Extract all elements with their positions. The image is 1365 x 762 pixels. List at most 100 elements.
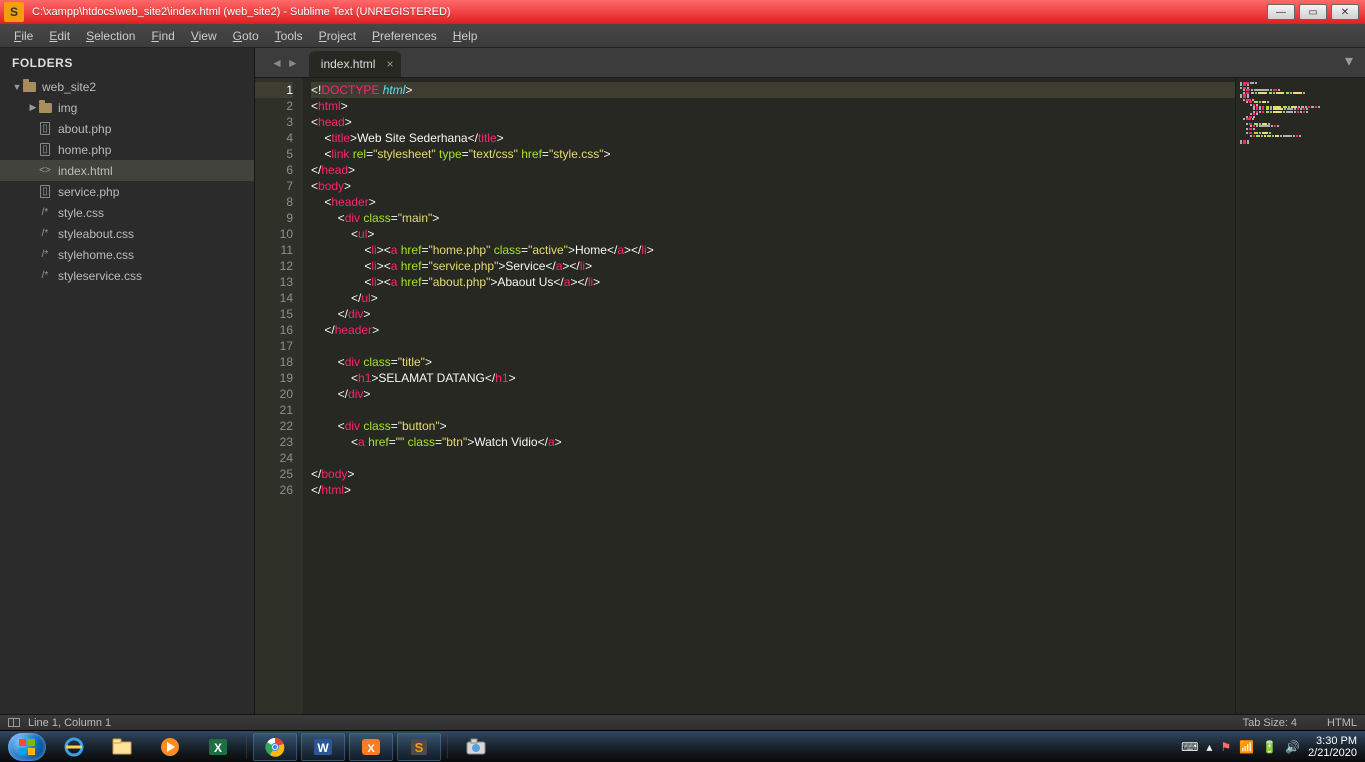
minimap[interactable] bbox=[1235, 78, 1365, 714]
line-number[interactable]: 1 bbox=[255, 82, 293, 98]
line-number[interactable]: 21 bbox=[255, 402, 293, 418]
start-button[interactable] bbox=[8, 733, 46, 761]
menu-preferences[interactable]: Preferences bbox=[364, 27, 445, 45]
code-line[interactable]: </body> bbox=[311, 466, 1235, 482]
taskbar-item-xampp[interactable]: X bbox=[349, 733, 393, 761]
taskbar-item-explorer[interactable] bbox=[100, 733, 144, 761]
maximize-button[interactable]: ▭ bbox=[1299, 4, 1327, 20]
menu-file[interactable]: File bbox=[6, 27, 41, 45]
tree-item-about-php[interactable]: ▯about.php bbox=[0, 118, 254, 139]
line-number[interactable]: 24 bbox=[255, 450, 293, 466]
line-number[interactable]: 3 bbox=[255, 114, 293, 130]
line-number[interactable]: 2 bbox=[255, 98, 293, 114]
line-number[interactable]: 19 bbox=[255, 370, 293, 386]
code-line[interactable] bbox=[311, 450, 1235, 466]
tree-item-service-php[interactable]: ▯service.php bbox=[0, 181, 254, 202]
tree-item-home-php[interactable]: ▯home.php bbox=[0, 139, 254, 160]
tab-overflow-icon[interactable]: ▾ bbox=[1333, 45, 1365, 77]
tab-history-forward-icon[interactable]: ► bbox=[287, 56, 299, 70]
code-line[interactable]: <ul> bbox=[311, 226, 1235, 242]
line-number[interactable]: 22 bbox=[255, 418, 293, 434]
line-number[interactable]: 23 bbox=[255, 434, 293, 450]
tray-flag-icon[interactable]: ⚑ bbox=[1220, 740, 1231, 754]
tree-item-img[interactable]: ▶img bbox=[0, 97, 254, 118]
line-number[interactable]: 15 bbox=[255, 306, 293, 322]
code-line[interactable]: <header> bbox=[311, 194, 1235, 210]
line-number[interactable]: 18 bbox=[255, 354, 293, 370]
taskbar-item-excel[interactable]: X bbox=[196, 733, 240, 761]
tree-item-index-html[interactable]: <>index.html bbox=[0, 160, 254, 181]
code-line[interactable]: <html> bbox=[311, 98, 1235, 114]
code-line[interactable]: </html> bbox=[311, 482, 1235, 498]
menu-selection[interactable]: Selection bbox=[78, 27, 143, 45]
line-number[interactable]: 20 bbox=[255, 386, 293, 402]
code-line[interactable] bbox=[311, 338, 1235, 354]
line-number[interactable]: 8 bbox=[255, 194, 293, 210]
line-number-gutter[interactable]: 1234567891011121314151617181920212223242… bbox=[255, 78, 303, 714]
line-number[interactable]: 11 bbox=[255, 242, 293, 258]
taskbar-item-ie[interactable] bbox=[52, 733, 96, 761]
line-number[interactable]: 7 bbox=[255, 178, 293, 194]
code-line[interactable]: <title>Web Site Sederhana</title> bbox=[311, 130, 1235, 146]
taskbar-item-sublime[interactable]: S bbox=[397, 733, 441, 761]
code-line[interactable]: <h1>SELAMAT DATANG</h1> bbox=[311, 370, 1235, 386]
tree-item-style-css[interactable]: /*style.css bbox=[0, 202, 254, 223]
menu-project[interactable]: Project bbox=[311, 27, 364, 45]
tree-item-web_site2[interactable]: ▼web_site2 bbox=[0, 76, 254, 97]
tree-item-styleabout-css[interactable]: /*styleabout.css bbox=[0, 223, 254, 244]
taskbar-item-camera[interactable] bbox=[454, 733, 498, 761]
disclosure-triangle-icon[interactable]: ▼ bbox=[12, 82, 22, 92]
line-number[interactable]: 4 bbox=[255, 130, 293, 146]
tab-index-html[interactable]: index.html × bbox=[309, 51, 402, 77]
line-number[interactable]: 17 bbox=[255, 338, 293, 354]
tray-network-icon[interactable]: 📶 bbox=[1239, 740, 1254, 754]
tab-close-icon[interactable]: × bbox=[386, 57, 393, 71]
menu-find[interactable]: Find bbox=[143, 27, 182, 45]
code-line[interactable]: <body> bbox=[311, 178, 1235, 194]
menu-edit[interactable]: Edit bbox=[41, 27, 78, 45]
line-number[interactable]: 14 bbox=[255, 290, 293, 306]
code-line[interactable]: <li><a href="about.php">Abaout Us</a></l… bbox=[311, 274, 1235, 290]
code-line[interactable]: <a href="" class="btn">Watch Vidio</a> bbox=[311, 434, 1235, 450]
code-line[interactable]: </header> bbox=[311, 322, 1235, 338]
tree-item-styleservice-css[interactable]: /*styleservice.css bbox=[0, 265, 254, 286]
code-line[interactable]: <div class="main"> bbox=[311, 210, 1235, 226]
code-line[interactable]: <li><a href="service.php">Service</a></l… bbox=[311, 258, 1235, 274]
code-line[interactable]: </head> bbox=[311, 162, 1235, 178]
tray-keyboard-icon[interactable]: ⌨ bbox=[1181, 740, 1198, 754]
tray-battery-icon[interactable]: 🔋 bbox=[1262, 740, 1277, 754]
disclosure-triangle-icon[interactable]: ▶ bbox=[28, 102, 38, 113]
menu-help[interactable]: Help bbox=[445, 27, 486, 45]
tray-show-hidden-icon[interactable]: ▴ bbox=[1206, 740, 1212, 754]
menu-view[interactable]: View bbox=[183, 27, 225, 45]
code-line[interactable]: </ul> bbox=[311, 290, 1235, 306]
code-editor[interactable]: <!DOCTYPE html><html><head> <title>Web S… bbox=[303, 78, 1235, 714]
code-line[interactable]: <li><a href="home.php" class="active">Ho… bbox=[311, 242, 1235, 258]
line-number[interactable]: 6 bbox=[255, 162, 293, 178]
code-line[interactable]: </div> bbox=[311, 306, 1235, 322]
code-line[interactable]: <head> bbox=[311, 114, 1235, 130]
tree-item-stylehome-css[interactable]: /*stylehome.css bbox=[0, 244, 254, 265]
line-number[interactable]: 5 bbox=[255, 146, 293, 162]
line-number[interactable]: 25 bbox=[255, 466, 293, 482]
line-number[interactable]: 12 bbox=[255, 258, 293, 274]
tray-clock[interactable]: 3:30 PM 2/21/2020 bbox=[1308, 735, 1357, 759]
menu-tools[interactable]: Tools bbox=[267, 27, 311, 45]
status-language[interactable]: HTML bbox=[1327, 717, 1357, 729]
line-number[interactable]: 16 bbox=[255, 322, 293, 338]
tab-history-back-icon[interactable]: ◄ bbox=[271, 56, 283, 70]
minimize-button[interactable]: — bbox=[1267, 4, 1295, 20]
line-number[interactable]: 26 bbox=[255, 482, 293, 498]
line-number[interactable]: 9 bbox=[255, 210, 293, 226]
tray-volume-icon[interactable]: 🔊 bbox=[1285, 740, 1300, 754]
taskbar-item-mediaplayer[interactable] bbox=[148, 733, 192, 761]
status-tab-size[interactable]: Tab Size: 4 bbox=[1243, 717, 1297, 729]
code-line[interactable]: <div class="button"> bbox=[311, 418, 1235, 434]
taskbar-item-chrome[interactable] bbox=[253, 733, 297, 761]
code-line[interactable]: <link rel="stylesheet" type="text/css" h… bbox=[311, 146, 1235, 162]
code-line[interactable]: <div class="title"> bbox=[311, 354, 1235, 370]
menu-goto[interactable]: Goto bbox=[225, 27, 267, 45]
panel-switch-icon[interactable] bbox=[8, 718, 20, 727]
line-number[interactable]: 13 bbox=[255, 274, 293, 290]
line-number[interactable]: 10 bbox=[255, 226, 293, 242]
